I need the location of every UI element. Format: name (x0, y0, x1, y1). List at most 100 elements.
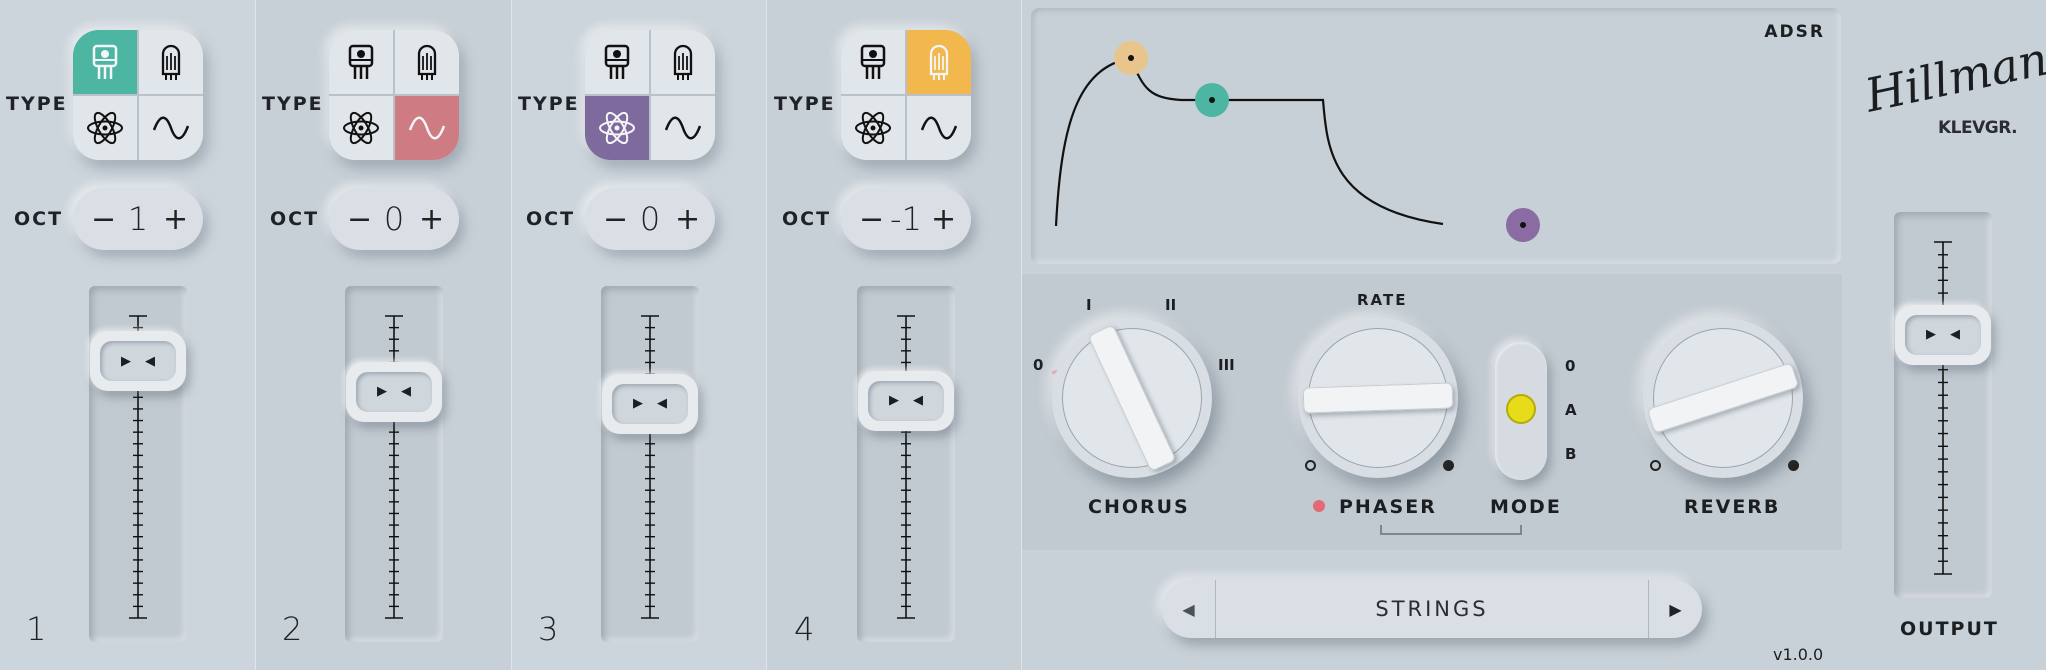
fader-scale (641, 315, 659, 619)
type-label: TYPE (518, 93, 580, 115)
octave-up-button[interactable]: + (675, 202, 700, 237)
arrow-left-icon: ◀ (145, 353, 155, 369)
mode-option-0[interactable]: 0 (1565, 357, 1575, 375)
arrow-left-icon: ◀ (1950, 327, 1960, 343)
tube-icon (161, 44, 181, 80)
type-button-tube[interactable] (139, 30, 203, 94)
max-marker-icon (1788, 460, 1799, 471)
mode-option-a[interactable]: A (1565, 401, 1577, 419)
brand-logo: Hillman KLEVGR. (1860, 31, 2046, 140)
tube-icon (417, 44, 437, 80)
type-button-transistor[interactable] (841, 30, 905, 94)
type-button-sine[interactable] (139, 96, 203, 160)
octave-down-button[interactable]: − (603, 202, 628, 237)
column-divider (766, 0, 767, 670)
type-button-tube[interactable] (395, 30, 459, 94)
type-button-transistor[interactable] (329, 30, 393, 94)
phaser-rate-label: RATE (1357, 291, 1408, 309)
fader-handle[interactable]: ▶ ◀ (346, 361, 442, 422)
release-handle-dot (1520, 222, 1526, 228)
knob-pointer (1302, 382, 1454, 414)
reverb-label: REVERB (1684, 496, 1781, 518)
type-button-atom[interactable] (329, 96, 393, 160)
mode-option-b[interactable]: B (1565, 445, 1576, 463)
octave-down-button[interactable]: − (91, 202, 116, 237)
type-button-sine[interactable] (395, 96, 459, 160)
type-button-atom[interactable] (841, 96, 905, 160)
oct-label: OCT (14, 208, 64, 230)
octave-up-button[interactable]: + (931, 202, 956, 237)
arrow-right-icon: ▶ (889, 393, 899, 409)
preset-prev-button[interactable]: ◀ (1162, 580, 1216, 638)
phaser-knob[interactable] (1298, 318, 1458, 478)
output-fader[interactable]: ▶ ◀ (1894, 212, 1992, 598)
octave-value: 0 (383, 200, 405, 238)
arrow-right-icon: ▶ (633, 396, 643, 412)
level-fader-1[interactable]: ▶ ◀ (89, 286, 187, 642)
type-button-tube[interactable] (907, 30, 971, 94)
transistor-icon (604, 44, 630, 79)
attack-handle[interactable] (1114, 41, 1148, 75)
sine-icon (920, 116, 958, 140)
phaser-indicator-icon (1313, 500, 1325, 512)
oct-label: OCT (526, 208, 576, 230)
oscillator-number: 1 (26, 610, 47, 648)
transistor-icon (348, 44, 374, 79)
arrow-right-icon: ▶ (377, 384, 387, 399)
brand-name: Hillman (1860, 31, 2046, 123)
fader-handle[interactable]: ▶ ◀ (602, 373, 698, 434)
preset-selector: ◀ STRINGS ▶ (1162, 580, 1702, 638)
type-button-transistor[interactable] (73, 30, 137, 94)
octave-value: -1 (890, 200, 922, 238)
fader-handle[interactable]: ▶ ◀ (90, 331, 186, 392)
preset-next-button[interactable]: ▶ (1648, 580, 1702, 638)
level-fader-4[interactable]: ▶ ◀ (857, 286, 955, 642)
type-button-sine[interactable] (907, 96, 971, 160)
octave-up-button[interactable]: + (163, 202, 188, 237)
octave-control-2: − 0 + (329, 188, 459, 250)
octave-down-button[interactable]: − (859, 202, 884, 237)
fader-handle[interactable]: ▶ ◀ (1895, 304, 1991, 365)
octave-down-button[interactable]: − (347, 202, 372, 237)
decay-handle[interactable] (1195, 83, 1229, 117)
sine-icon (408, 116, 446, 140)
column-divider (255, 0, 256, 670)
preset-name[interactable]: STRINGS (1216, 580, 1648, 638)
chorus-position-0: 0 (1033, 356, 1044, 374)
type-button-transistor[interactable] (585, 30, 649, 94)
tube-icon (929, 44, 949, 80)
phaser-label: PHASER (1339, 496, 1437, 518)
level-fader-3[interactable]: ▶ ◀ (601, 286, 699, 642)
type-selector-4 (841, 30, 971, 160)
phaser-mode-bracket (1380, 525, 1522, 535)
adsr-envelope-panel: ADSR (1031, 8, 1841, 264)
octave-up-button[interactable]: + (419, 202, 444, 237)
arrow-left-icon: ◀ (913, 393, 923, 409)
version-label: v1.0.0 (1773, 645, 1824, 664)
type-button-sine[interactable] (651, 96, 715, 160)
type-selector-2 (329, 30, 459, 160)
fader-scale (897, 315, 915, 619)
chorus-knob[interactable] (1052, 318, 1212, 478)
type-button-tube[interactable] (651, 30, 715, 94)
fader-scale (1934, 241, 1952, 575)
oscillator-number: 3 (538, 610, 559, 648)
type-label: TYPE (6, 93, 68, 115)
oscillator-number: 4 (794, 610, 815, 648)
chevron-left-icon: ◀ (1182, 599, 1195, 619)
type-button-atom[interactable] (73, 96, 137, 160)
reverb-knob[interactable] (1643, 318, 1803, 478)
octave-control-1: − 1 + (73, 188, 203, 250)
release-handle[interactable] (1506, 208, 1540, 242)
brand-maker: KLEVGR. (1938, 118, 2018, 138)
sine-icon (664, 116, 702, 140)
level-fader-2[interactable]: ▶ ◀ (345, 286, 443, 642)
octave-value: 0 (639, 200, 661, 238)
tube-icon (673, 44, 693, 80)
type-button-atom[interactable] (585, 96, 649, 160)
arrow-right-icon: ▶ (1926, 327, 1936, 343)
fader-handle[interactable]: ▶ ◀ (858, 370, 954, 431)
attack-handle-dot (1128, 55, 1134, 61)
type-label: TYPE (774, 93, 836, 115)
mode-switch[interactable] (1495, 342, 1547, 480)
